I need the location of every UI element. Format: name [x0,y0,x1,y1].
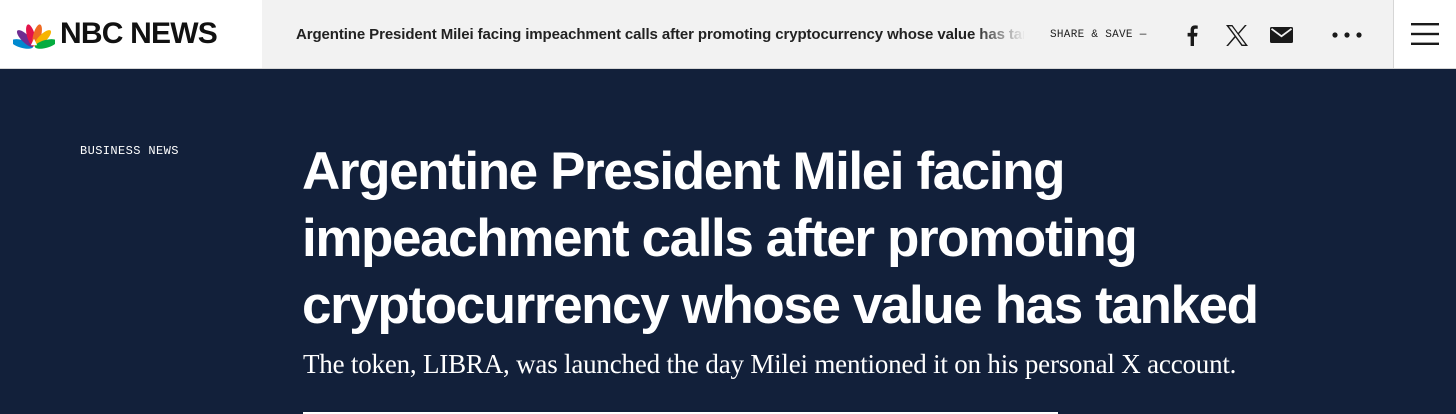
facebook-share-button[interactable] [1182,22,1202,48]
main-menu-button[interactable] [1393,0,1456,68]
share-strip: Argentine President Milei facing impeach… [262,0,1393,68]
sticky-headline: Argentine President Milei facing impeach… [296,26,1024,43]
facebook-icon [1187,25,1198,46]
x-share-button[interactable] [1224,22,1250,48]
brand-wordmark: NBC NEWS [60,17,218,50]
x-icon [1226,24,1248,46]
share-and-save-label: SHARE & SAVE — [1050,29,1147,41]
top-navigation-bar: NBC NEWS Argentine President Milei facin… [0,0,1456,69]
headline-fade-overlay [974,20,1026,50]
email-share-button[interactable] [1268,22,1294,48]
section-label-link[interactable]: BUSINESS NEWS [80,144,179,158]
nbc-news-logo[interactable]: NBC NEWS [0,0,262,68]
more-share-options-button[interactable] [1330,22,1364,48]
hamburger-menu-icon [1411,23,1439,45]
article-hero: BUSINESS NEWS Argentine President Milei … [0,69,1456,414]
peacock-logo-icon [13,24,55,49]
article-headline: Argentine President Milei facing impeach… [302,142,1259,335]
email-icon [1269,27,1293,43]
article-dek: The token, LIBRA, was launched the day M… [303,349,1237,379]
more-icon [1332,32,1362,38]
